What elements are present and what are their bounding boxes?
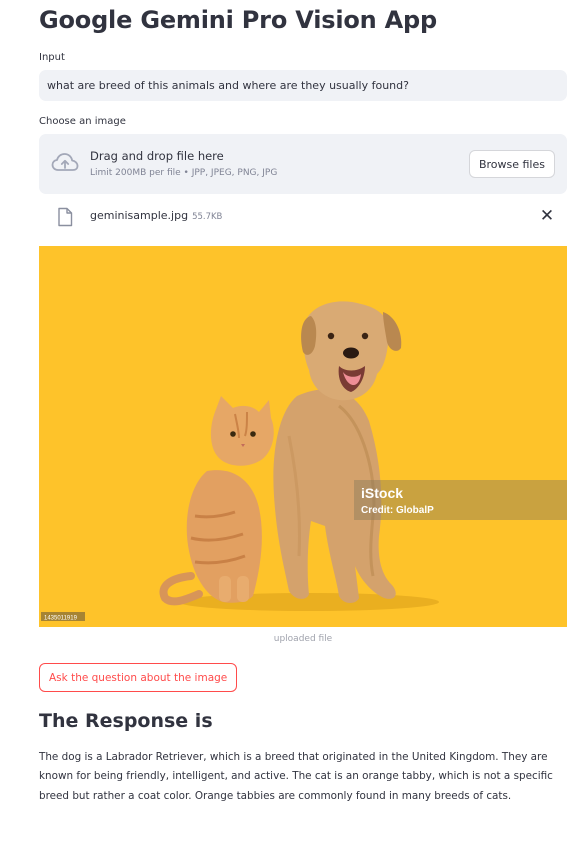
stock-id: 1435011919 bbox=[44, 616, 78, 622]
file-name: geminisample.jpg 55.7KB bbox=[90, 209, 222, 222]
file-dropzone[interactable]: Drag and drop file here Limit 200MB per … bbox=[39, 134, 567, 194]
response-text: The dog is a Labrador Retriever, which i… bbox=[39, 751, 553, 802]
response-heading: The Response is bbox=[39, 710, 213, 732]
watermark-credit: Credit: GlobalP bbox=[361, 505, 434, 516]
watermark-brand: iStock bbox=[361, 485, 403, 501]
pet-photo: iStock Credit: GlobalP 1435011919 bbox=[39, 246, 567, 627]
file-name-text: geminisample.jpg bbox=[90, 209, 189, 222]
question-input[interactable] bbox=[39, 70, 567, 101]
dropzone-limits: Limit 200MB per file • JPP, JPEG, PNG, J… bbox=[90, 168, 278, 178]
browse-files-button[interactable]: Browse files bbox=[468, 150, 555, 178]
image-caption: uploaded file bbox=[273, 634, 333, 644]
ask-question-button[interactable]: Ask the question about the image bbox=[39, 663, 238, 692]
file-icon bbox=[58, 207, 73, 227]
cloud-upload-icon bbox=[51, 153, 79, 171]
uploaded-image: iStock Credit: GlobalP 1435011919 bbox=[39, 246, 567, 627]
dropzone-title: Drag and drop file here bbox=[90, 149, 224, 163]
image-uploader-label: Choose an image bbox=[39, 116, 126, 127]
page-title: Google Gemini Pro Vision App bbox=[39, 6, 438, 34]
file-size: 55.7KB bbox=[192, 212, 223, 222]
uploaded-file-row: geminisample.jpg 55.7KB ✕ bbox=[39, 203, 567, 231]
remove-file-icon[interactable]: ✕ bbox=[539, 206, 555, 226]
input-label: Input bbox=[39, 52, 65, 63]
